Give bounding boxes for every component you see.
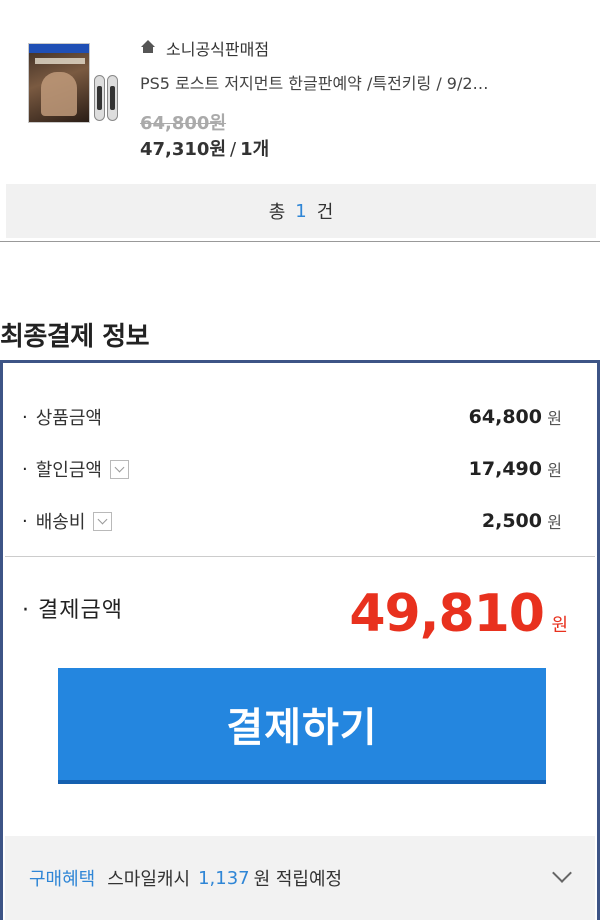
price-separator: /: [230, 139, 237, 160]
product-amount-label: 상품금액: [35, 408, 102, 429]
shipping-fee-unit: 원: [547, 513, 562, 532]
shipping-fee-value: 2,500: [481, 510, 542, 532]
shipping-expand-icon[interactable]: [93, 511, 113, 531]
shipping-fee-label: 배송비: [35, 512, 86, 533]
chevron-down-icon[interactable]: [552, 863, 572, 883]
discount-amount-unit: 원: [547, 461, 562, 480]
game-box-image: [28, 43, 90, 123]
product-amount-unit: 원: [547, 409, 562, 428]
shipping-fee-row: · 배송비 2,500 원: [22, 510, 562, 533]
product-thumbnail[interactable]: [28, 40, 120, 126]
section-title: 최종결제 정보: [0, 322, 150, 352]
discount-expand-icon[interactable]: [109, 459, 129, 479]
store-name: 소니공식판매점: [166, 40, 270, 59]
keyring-image: [94, 75, 105, 121]
total-count: 1: [295, 200, 307, 222]
purchase-benefit-bar[interactable]: 구매혜택 스마일캐시 1,137 원 적립예정: [5, 836, 595, 920]
product-name[interactable]: PS5 로스트 저지먼트 한글판예약 /특전키링 / 9/2…: [140, 70, 560, 94]
total-suffix: 건: [316, 202, 334, 223]
discount-amount-label: 할인금액: [35, 460, 102, 481]
final-amount-label: · 결제금액: [22, 598, 123, 623]
section-divider: [0, 241, 600, 242]
order-product-row: 소니공식판매점 PS5 로스트 저지먼트 한글판예약 /특전키링 / 9/2… …: [0, 0, 600, 180]
quantity: 1개: [240, 139, 270, 160]
home-icon: [140, 40, 156, 56]
benefit-suffix: 원 적립예정: [253, 869, 343, 890]
original-price: 64,800원: [140, 113, 227, 134]
total-prefix: 총: [268, 202, 286, 223]
keyring-image: [107, 75, 118, 121]
benefit-tag: 구매혜택: [29, 869, 96, 890]
sale-price-quantity: 47,310원/1개: [140, 135, 269, 161]
pay-button[interactable]: 결제하기: [58, 668, 546, 784]
store-link[interactable]: 소니공식판매점: [140, 37, 269, 59]
discount-amount-value: 17,490: [468, 458, 542, 480]
summary-divider: [5, 556, 595, 557]
benefit-text: 스마일캐시: [107, 869, 191, 890]
sale-price: 47,310원: [140, 139, 227, 160]
product-amount-value: 64,800: [468, 406, 542, 428]
order-total-count: 총 1 건: [6, 184, 596, 238]
benefit-points: 1,137: [198, 867, 250, 889]
product-amount-row: · 상품금액 64,800 원: [22, 406, 562, 429]
final-amount-value: 49,810: [349, 584, 545, 644]
final-amount-unit: 원: [551, 615, 568, 636]
discount-amount-row: · 할인금액 17,490 원: [22, 458, 562, 481]
